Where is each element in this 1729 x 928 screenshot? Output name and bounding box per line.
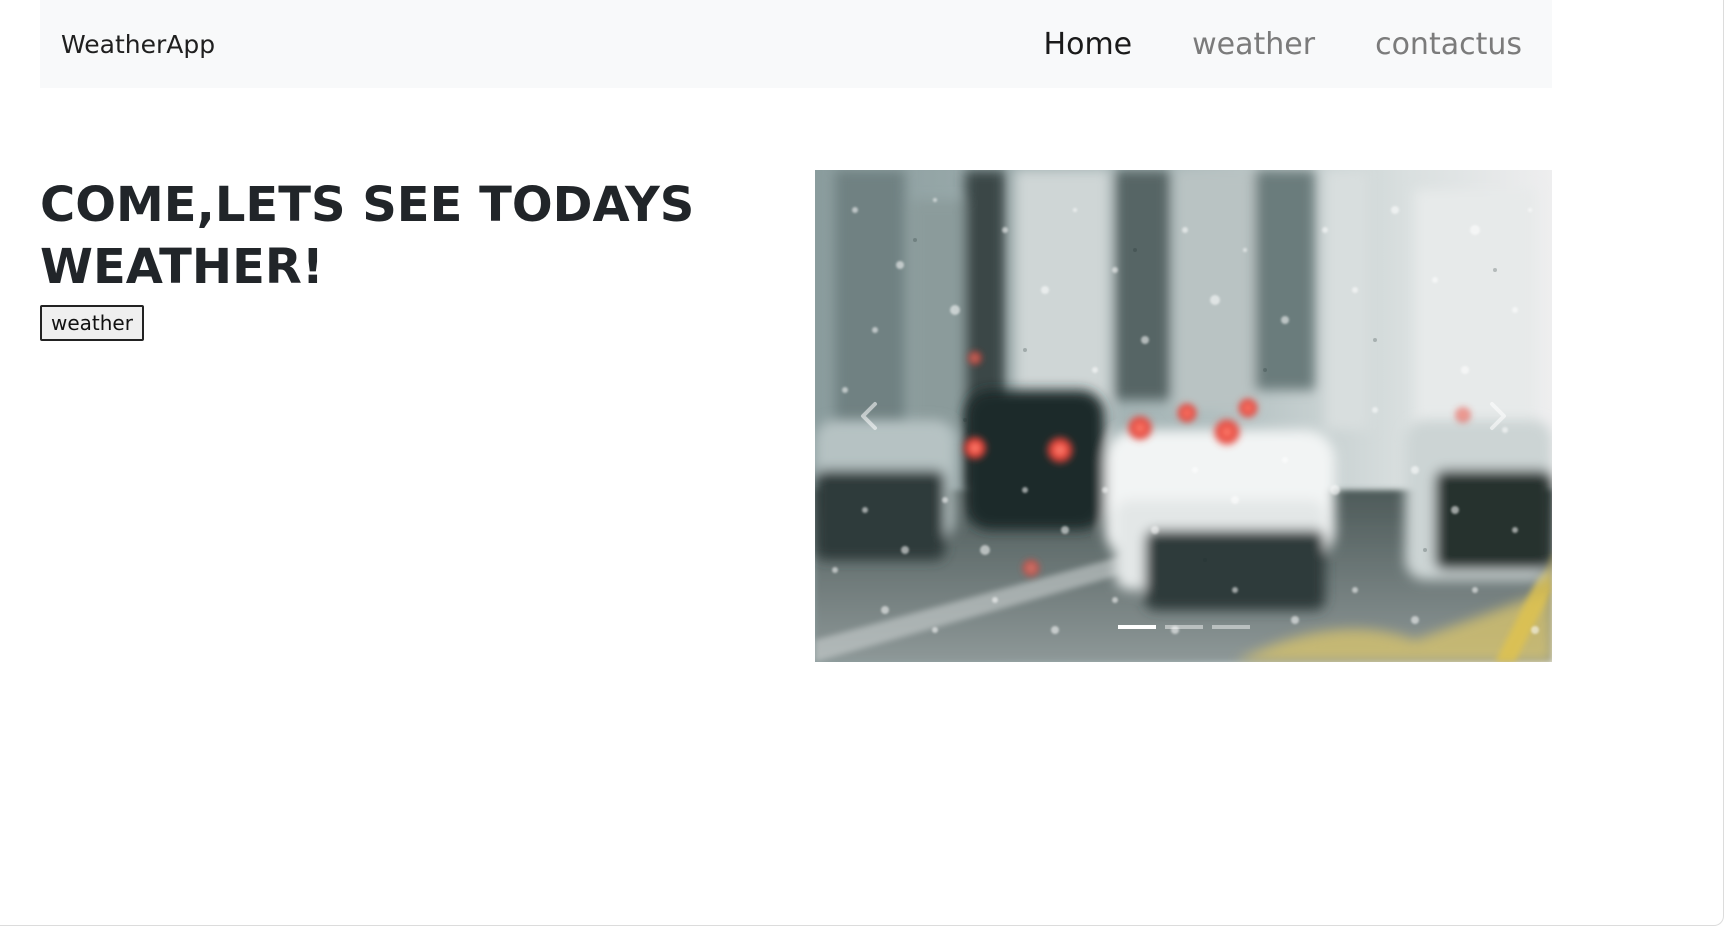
browser-viewport: WeatherApp Home weather contactus COME,L… (0, 0, 1724, 926)
carousel-next-button[interactable] (1482, 396, 1512, 436)
hero-headline: COME,LETS SEE TODAYS WEATHER! (40, 177, 695, 295)
carousel-indicator-1[interactable] (1118, 625, 1156, 629)
carousel-indicators (1118, 625, 1250, 629)
nav-link-weather[interactable]: weather (1192, 24, 1315, 66)
image-carousel[interactable] (815, 170, 1552, 662)
navbar: WeatherApp Home weather contactus (40, 0, 1552, 88)
chevron-right-icon (1490, 402, 1506, 430)
carousel-indicator-2[interactable] (1165, 625, 1203, 629)
weather-button[interactable]: weather (40, 305, 144, 341)
brand-link[interactable]: WeatherApp (61, 28, 215, 62)
carousel-prev-button[interactable] (855, 396, 885, 436)
carousel-indicator-3[interactable] (1212, 625, 1250, 629)
nav-link-contactus[interactable]: contactus (1375, 24, 1522, 66)
nav-link-home[interactable]: Home (1044, 24, 1133, 66)
chevron-left-icon (861, 402, 877, 430)
rainy-street-photo (815, 170, 1552, 662)
page: WeatherApp Home weather contactus COME,L… (0, 0, 1729, 928)
nav-links: Home weather contactus (984, 24, 1522, 66)
